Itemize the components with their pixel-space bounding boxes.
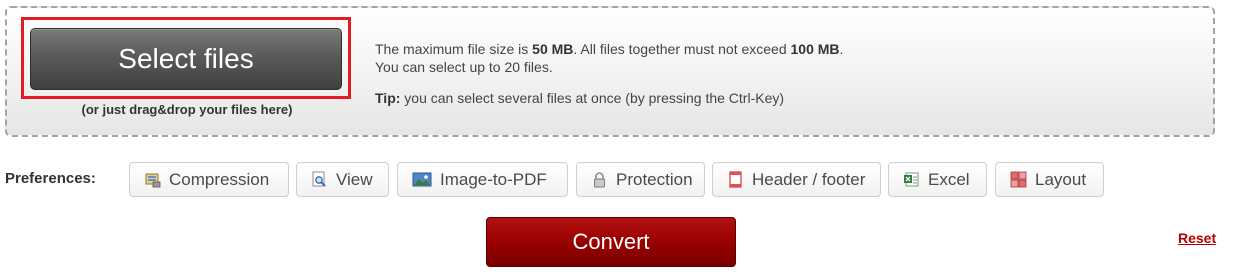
pref-label-layout: Layout xyxy=(1035,169,1087,189)
pdf-converter-panel: Select files (or just drag&drop your fil… xyxy=(0,0,1240,279)
pref-label-view: View xyxy=(336,169,373,189)
image-icon xyxy=(412,171,432,188)
pref-compression-button[interactable]: Compression xyxy=(129,162,289,197)
document-icon xyxy=(727,171,744,188)
upload-tip: Tip: you can select several files at onc… xyxy=(375,89,843,107)
file-size-limits: The maximum file size is 50 MB. All file… xyxy=(375,40,843,58)
convert-button[interactable]: Convert xyxy=(486,217,736,267)
pref-label-header-footer: Header / footer xyxy=(752,169,866,189)
select-files-label: Select files xyxy=(118,43,254,74)
magnifier-icon xyxy=(311,171,328,188)
layout-grid-icon xyxy=(1010,171,1027,188)
pref-excel-button[interactable]: Excel xyxy=(888,162,987,197)
pref-label-image-to-pdf: Image-to-PDF xyxy=(440,169,547,189)
tip-label: Tip: xyxy=(375,90,401,106)
upload-info: The maximum file size is 50 MB. All file… xyxy=(375,40,843,107)
excel-icon xyxy=(903,171,920,188)
preferences-label: Preferences: xyxy=(5,170,96,187)
pref-layout-button[interactable]: Layout xyxy=(995,162,1104,197)
compression-icon xyxy=(144,171,161,188)
file-count-limit: You can select up to 20 files. xyxy=(375,59,553,75)
pref-view-button[interactable]: View xyxy=(296,162,389,197)
max-file-size: 50 MB xyxy=(532,41,574,57)
max-file-prefix: The maximum file size is xyxy=(375,41,533,57)
total-size-suffix: . xyxy=(839,41,844,57)
drag-drop-hint: (or just drag&drop your files here) xyxy=(81,102,293,117)
pref-header-footer-button[interactable]: Header / footer xyxy=(712,162,881,197)
reset-link[interactable]: Reset xyxy=(1178,230,1216,246)
pref-label-protection: Protection xyxy=(616,169,693,189)
pref-protection-button[interactable]: Protection xyxy=(576,162,705,197)
total-size: 100 MB xyxy=(790,41,840,57)
tip-text: you can select several files at once (by… xyxy=(400,90,785,106)
convert-label: Convert xyxy=(572,229,650,254)
total-size-prefix: . All files together must not exceed xyxy=(573,41,791,57)
lock-icon xyxy=(591,171,608,188)
pref-label-excel: Excel xyxy=(928,169,970,189)
pref-image-to-pdf-button[interactable]: Image-to-PDF xyxy=(397,162,568,197)
pref-label-compression: Compression xyxy=(169,169,270,189)
select-files-button[interactable]: Select files xyxy=(30,28,342,90)
